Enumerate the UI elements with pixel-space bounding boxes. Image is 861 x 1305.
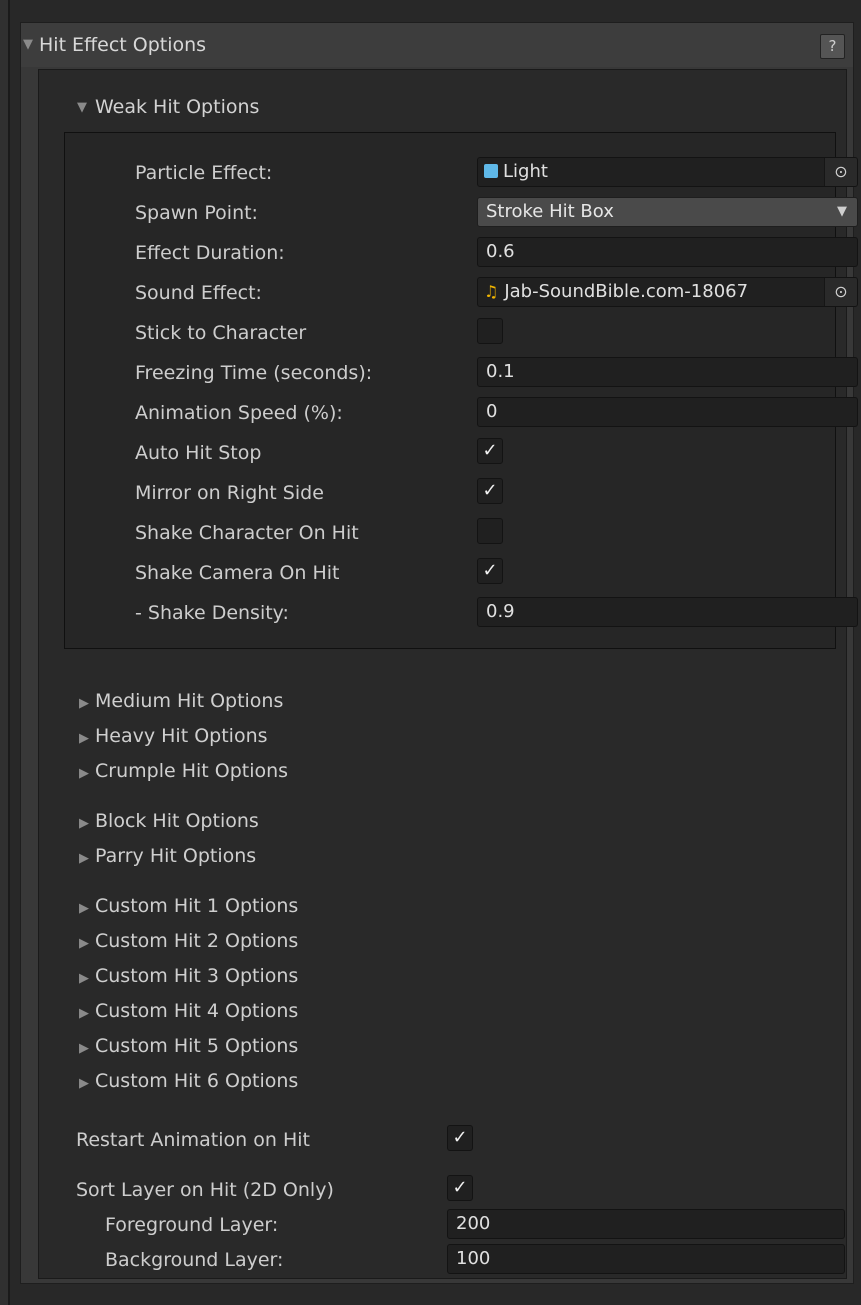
collapsed-arrow-icon: ▶ (79, 1041, 89, 1056)
particle-effect-picker-icon[interactable]: ⊙ (824, 158, 857, 186)
custom-hit-1-options-foldout[interactable]: ▶ Custom Hit 1 Options (79, 895, 298, 917)
sound-effect-field[interactable]: ♫ Jab-SoundBible.com-18067 ⊙ (477, 277, 858, 307)
auto-hit-stop-label: Auto Hit Stop (135, 442, 262, 464)
custom-hit-2-options-label: Custom Hit 2 Options (95, 930, 299, 952)
shake-character-checkbox[interactable] (477, 518, 503, 544)
custom-hit-3-options-foldout[interactable]: ▶ Custom Hit 3 Options (79, 965, 298, 987)
stick-to-character-checkbox[interactable] (477, 318, 503, 344)
weak-expanded-arrow-icon[interactable]: ▼ (77, 100, 93, 115)
medium-hit-options-foldout[interactable]: ▶ Medium Hit Options (79, 690, 283, 712)
parry-hit-options-foldout[interactable]: ▶ Parry Hit Options (79, 845, 256, 867)
collapsed-arrow-icon: ▶ (79, 731, 89, 746)
collapsed-arrow-icon: ▶ (79, 766, 89, 781)
foreground-layer-label: Foreground Layer: (105, 1214, 279, 1236)
crumple-hit-options-label: Crumple Hit Options (95, 760, 289, 782)
expanded-arrow-icon[interactable]: ▼ (23, 37, 39, 52)
foreground-layer-input[interactable]: 200 (447, 1209, 845, 1239)
stick-to-character-label: Stick to Character (135, 322, 307, 344)
custom-hit-4-options-foldout[interactable]: ▶ Custom Hit 4 Options (79, 1000, 298, 1022)
animation-speed-input[interactable]: 0 (477, 397, 858, 427)
weak-hit-options-box: Particle Effect: Light ⊙ Spawn Point: St… (64, 132, 858, 649)
shake-character-label: Shake Character On Hit (135, 522, 359, 544)
background-layer-input[interactable]: 100 (447, 1244, 845, 1274)
custom-hit-3-options-label: Custom Hit 3 Options (95, 965, 299, 987)
hit-effect-options-panel: ▼ Hit Effect Options ? ▼ Weak Hit Option… (20, 22, 858, 1284)
shake-density-input[interactable]: 0.9 (477, 597, 858, 627)
sort-layer-checkbox[interactable]: ✓ (447, 1175, 473, 1201)
heavy-hit-options-foldout[interactable]: ▶ Heavy Hit Options (79, 725, 268, 747)
restart-animation-label: Restart Animation on Hit (76, 1129, 310, 1151)
crumple-hit-options-foldout[interactable]: ▶ Crumple Hit Options (79, 760, 288, 782)
shake-density-label: - Shake Density: (135, 602, 289, 624)
freezing-time-input[interactable]: 0.1 (477, 357, 858, 387)
collapsed-arrow-icon: ▶ (79, 901, 89, 916)
collapsed-arrow-icon: ▶ (79, 1076, 89, 1091)
audio-clip-icon: ♫ (484, 282, 499, 301)
collapsed-arrow-icon: ▶ (79, 696, 89, 711)
background-layer-label: Background Layer: (105, 1249, 284, 1271)
sound-effect-picker-icon[interactable]: ⊙ (824, 278, 857, 306)
collapsed-arrow-icon: ▶ (79, 971, 89, 986)
freezing-time-label: Freezing Time (seconds): (135, 362, 373, 384)
weak-hit-options-foldout[interactable]: Weak Hit Options (95, 96, 259, 118)
auto-hit-stop-checkbox[interactable]: ✓ (477, 438, 503, 464)
custom-hit-5-options-foldout[interactable]: ▶ Custom Hit 5 Options (79, 1035, 298, 1057)
mirror-right-side-label: Mirror on Right Side (135, 482, 324, 504)
mirror-right-side-checkbox[interactable]: ✓ (477, 478, 503, 504)
animation-speed-label: Animation Speed (%): (135, 402, 343, 424)
collapsed-arrow-icon: ▶ (79, 936, 89, 951)
block-hit-options-foldout[interactable]: ▶ Block Hit Options (79, 810, 259, 832)
effect-duration-label: Effect Duration: (135, 242, 285, 264)
custom-hit-6-options-foldout[interactable]: ▶ Custom Hit 6 Options (79, 1070, 298, 1092)
medium-hit-options-label: Medium Hit Options (95, 690, 284, 712)
shake-camera-label: Shake Camera On Hit (135, 562, 340, 584)
heavy-hit-options-label: Heavy Hit Options (95, 725, 268, 747)
sound-effect-label: Sound Effect: (135, 282, 262, 304)
hit-effect-options-body: ▼ Weak Hit Options Particle Effect: Ligh… (38, 69, 858, 1279)
spawn-point-label: Spawn Point: (135, 202, 258, 224)
custom-hit-6-options-label: Custom Hit 6 Options (95, 1070, 299, 1092)
dropdown-arrow-icon: ▼ (837, 204, 847, 219)
prefab-cube-icon (484, 164, 498, 178)
particle-effect-label: Particle Effect: (135, 162, 273, 184)
particle-effect-value: Light (503, 161, 548, 182)
collapsed-arrow-icon: ▶ (79, 1006, 89, 1021)
hit-effect-options-title[interactable]: Hit Effect Options (39, 34, 206, 56)
particle-effect-field[interactable]: Light ⊙ (477, 157, 858, 187)
spawn-point-dropdown[interactable]: Stroke Hit Box ▼ (477, 197, 858, 227)
custom-hit-2-options-foldout[interactable]: ▶ Custom Hit 2 Options (79, 930, 298, 952)
sound-effect-value: Jab-SoundBible.com-18067 (504, 281, 749, 302)
window-left-edge (0, 0, 10, 1305)
collapsed-arrow-icon: ▶ (79, 851, 89, 866)
help-button[interactable]: ? (820, 34, 845, 59)
spawn-point-value: Stroke Hit Box (486, 201, 614, 222)
custom-hit-5-options-label: Custom Hit 5 Options (95, 1035, 299, 1057)
custom-hit-4-options-label: Custom Hit 4 Options (95, 1000, 299, 1022)
shake-camera-checkbox[interactable]: ✓ (477, 558, 503, 584)
effect-duration-input[interactable]: 0.6 (477, 237, 858, 267)
restart-animation-checkbox[interactable]: ✓ (447, 1125, 473, 1151)
parry-hit-options-label: Parry Hit Options (95, 845, 257, 867)
custom-hit-1-options-label: Custom Hit 1 Options (95, 895, 299, 917)
sort-layer-label: Sort Layer on Hit (2D Only) (76, 1179, 334, 1201)
hit-effect-options-header[interactable]: ▼ Hit Effect Options ? (21, 23, 853, 67)
block-hit-options-label: Block Hit Options (95, 810, 259, 832)
collapsed-arrow-icon: ▶ (79, 816, 89, 831)
